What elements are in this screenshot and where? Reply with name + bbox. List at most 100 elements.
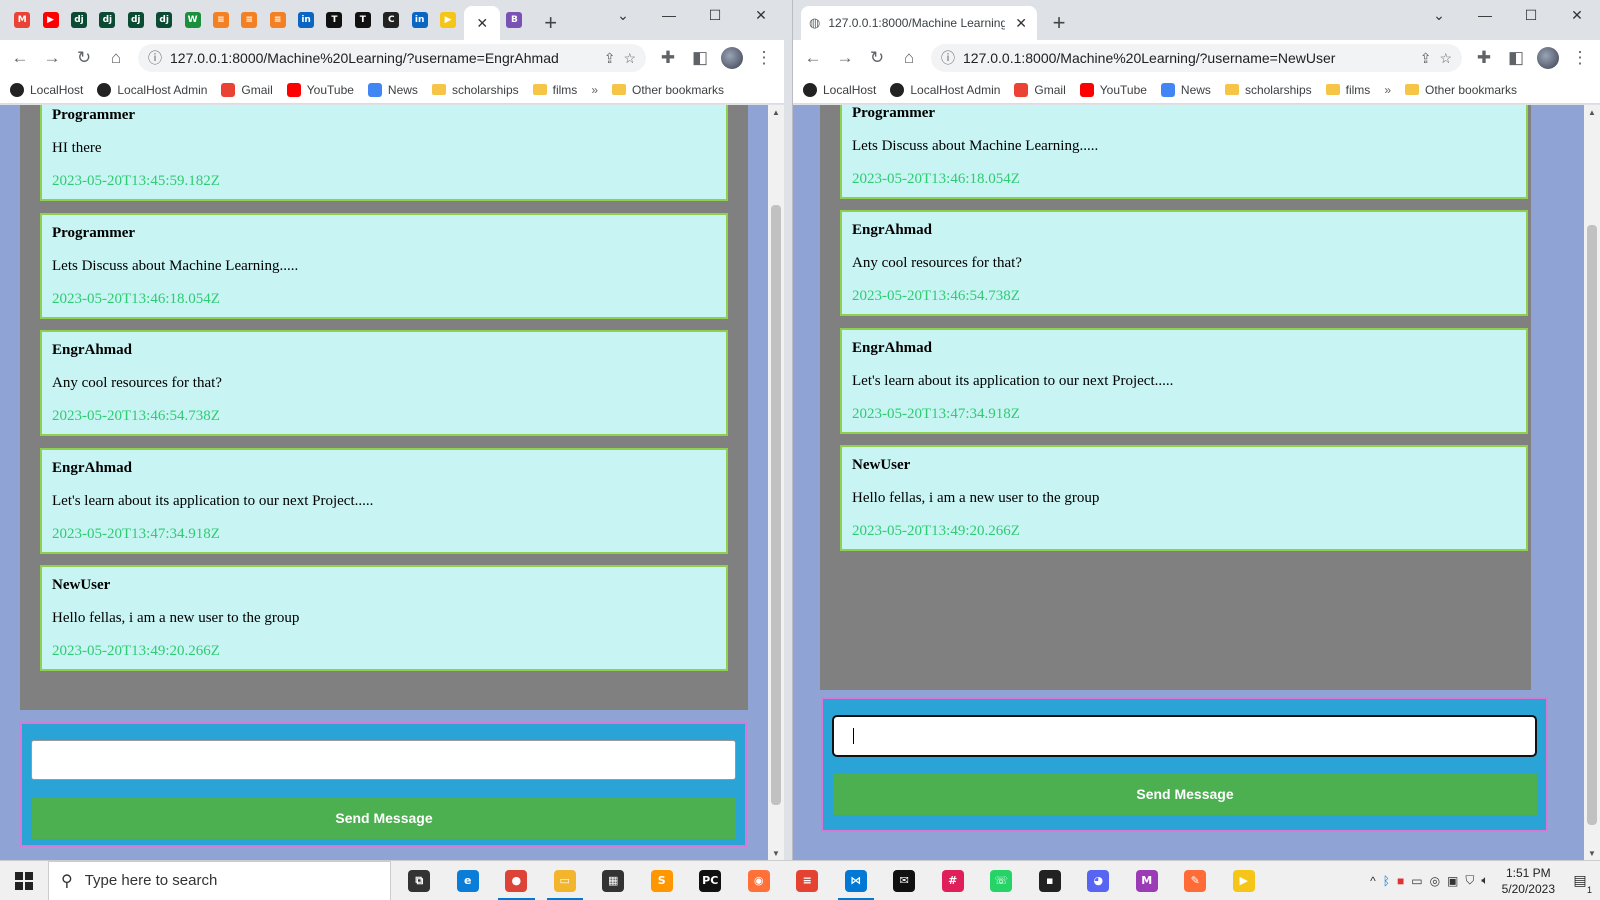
pinned-tab[interactable]: in [405,0,433,40]
battery-icon[interactable]: ▭ [1411,874,1422,888]
scroll-down-icon[interactable]: ▼ [768,846,784,860]
start-button[interactable] [0,861,48,900]
menu-icon[interactable]: ⋮ [1566,44,1594,72]
home-button[interactable]: ⌂ [102,44,130,72]
close-icon[interactable]: ✕ [1013,15,1029,31]
network-icon[interactable]: ◎ [1430,874,1440,888]
taskbar-app[interactable]: ◉ [735,861,784,900]
taskbar-app[interactable]: ✉ [880,861,929,900]
bookmark-item[interactable]: scholarships [431,83,519,97]
address-bar[interactable]: ⓘ 127.0.0.1:8000/Machine%20Learning/?use… [138,44,646,72]
bluetooth-icon[interactable]: ᛒ [1383,874,1390,888]
share-icon[interactable]: ⇪ [604,50,616,67]
tab-active[interactable]: ✕ [464,6,501,40]
pinned-tab[interactable]: ▶ [36,0,64,40]
url-text[interactable]: 127.0.0.1:8000/Machine%20Learning/?usern… [170,50,596,66]
taskbar-app[interactable]: ⧉ [395,861,444,900]
taskbar-app[interactable]: ▦ [589,861,638,900]
pinned-tab[interactable]: dj [93,0,121,40]
pinned-tab[interactable]: ▶ [434,0,462,40]
bookmark-item[interactable]: News [367,82,418,97]
notification-button[interactable]: ▤ 1 [1568,869,1592,895]
taskbar-app[interactable]: ▭ [541,861,590,900]
send-message-button[interactable]: Send Message [32,797,736,839]
pinned-tab[interactable]: dj [150,0,178,40]
chevron-down-icon[interactable]: ⌄ [1416,0,1462,30]
star-icon[interactable]: ☆ [623,50,636,67]
taskbar-app[interactable]: ⋈ [832,861,881,900]
pinned-tab[interactable]: C [377,0,405,40]
new-tab-button[interactable]: + [537,9,565,37]
security-icon[interactable]: ⛉ [1465,873,1474,888]
profile-button[interactable] [718,44,746,72]
taskbar-app[interactable]: M [1123,861,1172,900]
side-panel-icon[interactable]: ◧ [1502,44,1530,72]
message-input[interactable] [31,740,736,780]
taskbar-app[interactable]: ● [492,861,541,900]
profile-button[interactable] [1534,44,1562,72]
bookmark-item[interactable]: YouTube [1079,82,1147,97]
bookmark-item[interactable]: LocalHost [10,82,83,97]
reload-button[interactable]: ↻ [863,44,891,72]
chevron-down-icon[interactable]: ⌄ [600,0,646,30]
bookmark-item[interactable]: YouTube [286,82,354,97]
forward-button[interactable]: → [38,44,66,72]
clock[interactable]: 1:51 PM 5/20/2023 [1496,865,1561,897]
pinned-tab[interactable]: T [349,0,377,40]
bookmarks-overflow-button[interactable]: » [591,83,598,97]
bookmark-item[interactable]: LocalHost Admin [97,82,207,97]
back-button[interactable]: ← [6,44,34,72]
tab-active[interactable]: ◍ 127.0.0.1:8000/Machine Learning ✕ [801,6,1037,40]
pinned-tab[interactable]: dj [65,0,93,40]
menu-icon[interactable]: ⋮ [750,44,778,72]
close-window-button[interactable]: ✕ [1554,0,1600,30]
bookmarks-overflow-button[interactable]: » [1384,83,1391,97]
other-bookmarks[interactable]: Other bookmarks [612,83,724,97]
bookmark-item[interactable]: Gmail [1014,82,1066,97]
send-message-button[interactable]: Send Message [833,773,1537,815]
scroll-thumb[interactable] [1587,225,1597,825]
reload-button[interactable]: ↻ [70,44,98,72]
tab-bootstrap[interactable]: B [500,0,528,40]
url-text[interactable]: 127.0.0.1:8000/Machine%20Learning/?usern… [963,50,1412,66]
address-bar[interactable]: ⓘ 127.0.0.1:8000/Machine%20Learning/?use… [931,44,1462,72]
taskbar-app[interactable]: S [638,861,687,900]
scroll-up-icon[interactable]: ▲ [1584,105,1600,119]
back-button[interactable]: ← [799,44,827,72]
pinned-tab[interactable]: T [320,0,348,40]
info-icon[interactable]: ⓘ [148,48,162,68]
taskbar-app[interactable]: ≡ [783,861,832,900]
extensions-icon[interactable]: ✚ [654,44,682,72]
pinned-tab[interactable]: dj [122,0,150,40]
taskbar-app[interactable]: ✎ [1171,861,1220,900]
message-input[interactable] [832,715,1537,757]
scroll-down-icon[interactable]: ▼ [1584,846,1600,860]
minimize-button[interactable]: — [646,0,692,30]
new-tab-button[interactable]: + [1045,9,1073,37]
scrollbar[interactable]: ▲ ▼ [768,105,784,860]
home-button[interactable]: ⌂ [895,44,923,72]
taskbar-search[interactable]: ⚲ Type here to search [48,860,391,900]
close-icon[interactable]: ✕ [474,15,490,31]
bookmark-item[interactable]: LocalHost [803,82,876,97]
taskbar-app[interactable]: e [444,861,493,900]
display-icon[interactable]: ▣ [1447,874,1458,888]
taskbar-app[interactable]: # [929,861,978,900]
pinned-tab[interactable]: M [8,0,36,40]
maximize-button[interactable]: ☐ [1508,0,1554,30]
taskbar-app[interactable]: ☏ [977,861,1026,900]
app-tray-icon[interactable]: ■ [1397,874,1404,888]
bookmark-item[interactable]: Gmail [221,82,273,97]
taskbar-app[interactable]: ◕ [1074,861,1123,900]
minimize-button[interactable]: — [1462,0,1508,30]
taskbar-app[interactable]: PC [686,861,735,900]
bookmark-item[interactable]: films [1325,83,1370,97]
pinned-tab[interactable]: ≡ [264,0,292,40]
bookmark-item[interactable]: LocalHost Admin [890,82,1000,97]
close-window-button[interactable]: ✕ [738,0,784,30]
pinned-tab[interactable]: ≡ [207,0,235,40]
scroll-thumb[interactable] [771,205,781,805]
pinned-tab[interactable]: ≡ [235,0,263,40]
chevron-up-icon[interactable]: ^ [1370,874,1376,888]
other-bookmarks[interactable]: Other bookmarks [1405,83,1517,97]
